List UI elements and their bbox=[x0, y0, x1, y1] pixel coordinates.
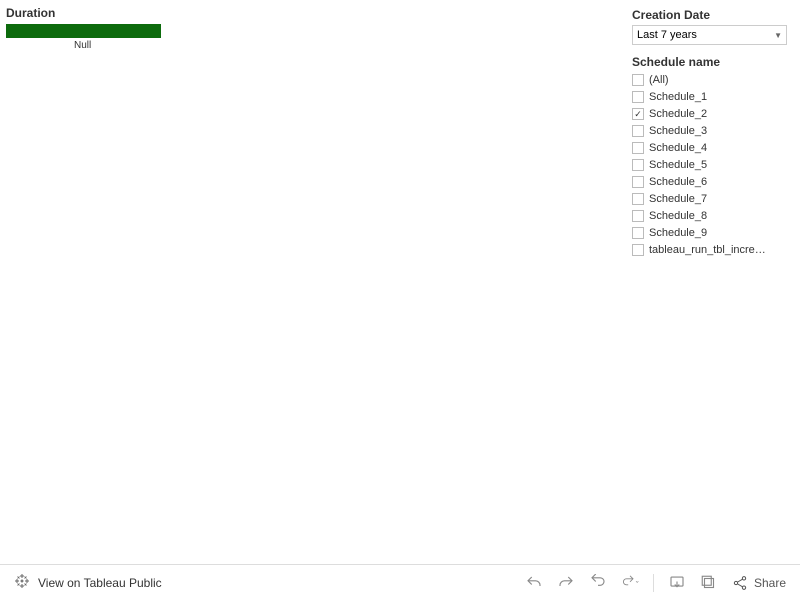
schedule-checkbox-list: (All) Schedule_1 ✓ Schedule_2 Schedule_3… bbox=[632, 72, 794, 258]
checkbox-icon bbox=[632, 176, 644, 188]
checkbox-label: Schedule_3 bbox=[649, 125, 707, 137]
checkbox-label: Schedule_9 bbox=[649, 227, 707, 239]
checkbox-icon: ✓ bbox=[632, 108, 644, 120]
checkbox-icon bbox=[632, 74, 644, 86]
download-button[interactable] bbox=[668, 574, 686, 592]
share-icon bbox=[732, 575, 748, 591]
checkbox-item-schedule-7[interactable]: Schedule_7 bbox=[632, 191, 794, 207]
checkbox-icon bbox=[632, 244, 644, 256]
tableau-logo-icon bbox=[14, 573, 30, 592]
checkbox-item-schedule-9[interactable]: Schedule_9 bbox=[632, 225, 794, 241]
creation-date-title: Creation Date bbox=[632, 8, 794, 22]
creation-date-dropdown[interactable]: Last 7 years ▼ bbox=[632, 25, 787, 45]
checkbox-item-tableau-run[interactable]: tableau_run_tbl_incre… bbox=[632, 242, 794, 258]
bar-segment[interactable] bbox=[6, 24, 161, 38]
checkbox-icon bbox=[632, 193, 644, 205]
forward-menu-button[interactable] bbox=[621, 574, 639, 592]
checkbox-label: Schedule_1 bbox=[649, 91, 707, 103]
checkbox-item-schedule-2[interactable]: ✓ Schedule_2 bbox=[632, 106, 794, 122]
checkbox-label: Schedule_5 bbox=[649, 159, 707, 171]
checkbox-label: Schedule_8 bbox=[649, 210, 707, 222]
checkbox-item-schedule-8[interactable]: Schedule_8 bbox=[632, 208, 794, 224]
share-button[interactable]: Share bbox=[732, 575, 786, 591]
checkbox-label: (All) bbox=[649, 74, 669, 86]
checkbox-label: tableau_run_tbl_incre… bbox=[649, 244, 766, 256]
share-label: Share bbox=[754, 576, 786, 590]
checkbox-icon bbox=[632, 159, 644, 171]
schedule-name-title: Schedule name bbox=[632, 55, 794, 69]
chart-title: Duration bbox=[6, 6, 632, 20]
chevron-down-icon: ▼ bbox=[774, 31, 782, 40]
filter-panel: Creation Date Last 7 years ▼ Schedule na… bbox=[632, 6, 794, 554]
view-on-tableau-link[interactable]: View on Tableau Public bbox=[14, 573, 162, 592]
checkbox-label: Schedule_7 bbox=[649, 193, 707, 205]
toolbar-actions: Share bbox=[525, 574, 786, 592]
checkbox-item-schedule-5[interactable]: Schedule_5 bbox=[632, 157, 794, 173]
creation-date-value: Last 7 years bbox=[637, 29, 697, 41]
chart-panel: Duration Null bbox=[6, 6, 632, 554]
toolbar: View on Tableau Public Share bbox=[0, 564, 800, 600]
checkbox-label: Schedule_2 bbox=[649, 108, 707, 120]
checkbox-icon bbox=[632, 125, 644, 137]
checkbox-item-schedule-3[interactable]: Schedule_3 bbox=[632, 123, 794, 139]
checkbox-item-schedule-1[interactable]: Schedule_1 bbox=[632, 89, 794, 105]
checkbox-item-schedule-6[interactable]: Schedule_6 bbox=[632, 174, 794, 190]
checkbox-icon bbox=[632, 142, 644, 154]
checkbox-label: Schedule_6 bbox=[649, 176, 707, 188]
fullscreen-button[interactable] bbox=[700, 574, 718, 592]
checkbox-icon bbox=[632, 210, 644, 222]
checkbox-item-all[interactable]: (All) bbox=[632, 72, 794, 88]
view-on-tableau-label: View on Tableau Public bbox=[38, 576, 162, 590]
replay-button[interactable] bbox=[589, 574, 607, 592]
checkbox-item-schedule-4[interactable]: Schedule_4 bbox=[632, 140, 794, 156]
redo-button[interactable] bbox=[557, 574, 575, 592]
checkbox-icon bbox=[632, 227, 644, 239]
checkbox-icon bbox=[632, 91, 644, 103]
separator bbox=[653, 574, 654, 592]
checkbox-label: Schedule_4 bbox=[649, 142, 707, 154]
null-label: Null bbox=[74, 40, 632, 51]
undo-button[interactable] bbox=[525, 574, 543, 592]
